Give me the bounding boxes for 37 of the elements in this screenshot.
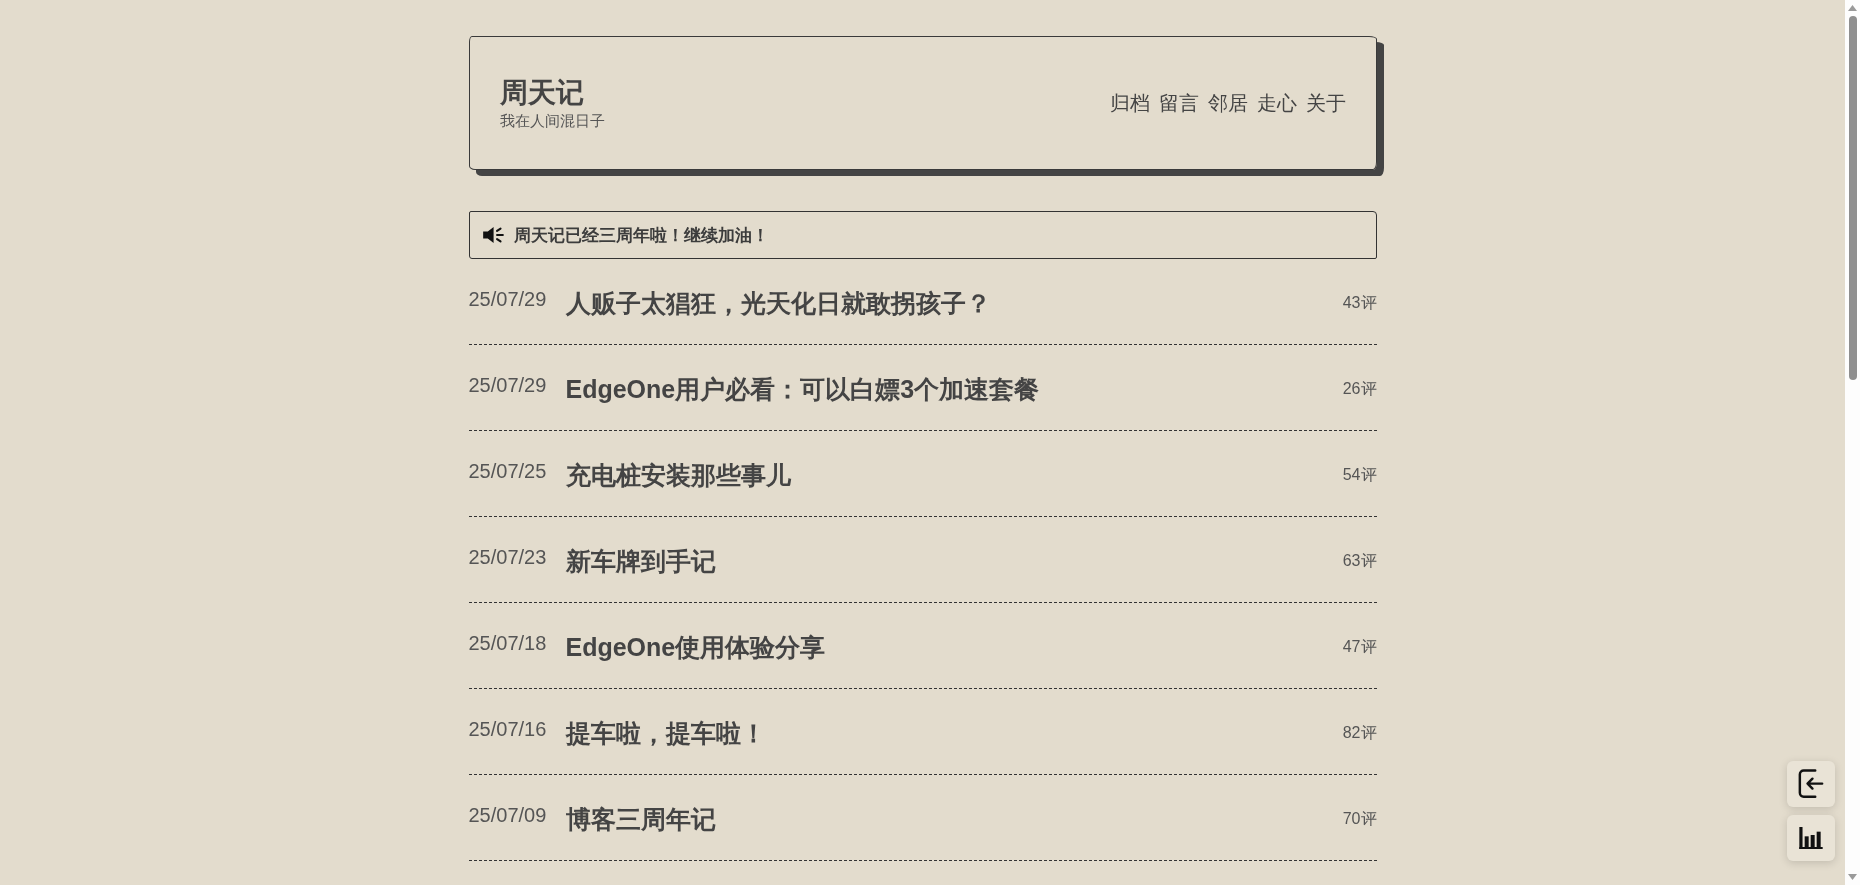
nav-link[interactable]: 关于 (1305, 89, 1346, 117)
nav-link[interactable]: 归档 (1109, 89, 1150, 117)
post-title[interactable]: 新车牌到手记 (565, 543, 716, 579)
post-date: 25/07/23 (468, 545, 547, 570)
comment-count: 47评 (1342, 637, 1377, 657)
post-date: 25/07/18 (468, 631, 547, 656)
post-date: 25/07/25 (468, 459, 547, 484)
post-date: 25/07/29 (468, 373, 547, 398)
down-arrow-icon[interactable] (1848, 874, 1857, 880)
scrollbar-thumb[interactable] (1848, 16, 1857, 380)
comment-count: 43评 (1342, 293, 1377, 313)
speaker-icon (481, 225, 504, 245)
post-title[interactable]: 充电桩安装那些事儿 (565, 457, 791, 493)
post-title[interactable]: EdgeOne用户必看：可以白嫖3个加速套餐 (565, 371, 1040, 407)
comment-count: 82评 (1342, 723, 1377, 743)
post-date: 25/07/09 (468, 803, 547, 828)
post-title[interactable]: 人贩子太猖狂，光天化日就敢拐孩子？ (565, 285, 991, 321)
comment-count: 63评 (1342, 551, 1377, 571)
post-title[interactable]: 提车啦，提车啦！ (565, 715, 766, 751)
site-title[interactable]: 周天记 (499, 75, 584, 111)
comment-count: 26评 (1342, 379, 1377, 399)
arrow-into-box-icon (1798, 769, 1824, 799)
stats-button[interactable] (1787, 815, 1835, 861)
nav-link[interactable]: 走心 (1256, 89, 1297, 117)
up-arrow-icon[interactable] (1848, 5, 1857, 11)
site-tagline: 我在人间混日子 (499, 111, 605, 131)
comment-count: 54评 (1342, 465, 1377, 485)
post-title[interactable]: EdgeOne使用体验分享 (565, 629, 826, 665)
announcement-text: 周天记已经三周年啦！继续加油！ (513, 224, 769, 247)
login-button[interactable] (1787, 761, 1835, 807)
post-date: 25/07/16 (468, 717, 547, 742)
post-date: 25/07/29 (468, 287, 547, 312)
comment-count: 70评 (1342, 809, 1377, 829)
nav-link[interactable]: 留言 (1158, 89, 1199, 117)
bar-chart-icon (1799, 827, 1823, 849)
nav-link[interactable]: 邻居 (1207, 89, 1248, 117)
post-title[interactable]: 博客三周年记 (565, 801, 716, 837)
